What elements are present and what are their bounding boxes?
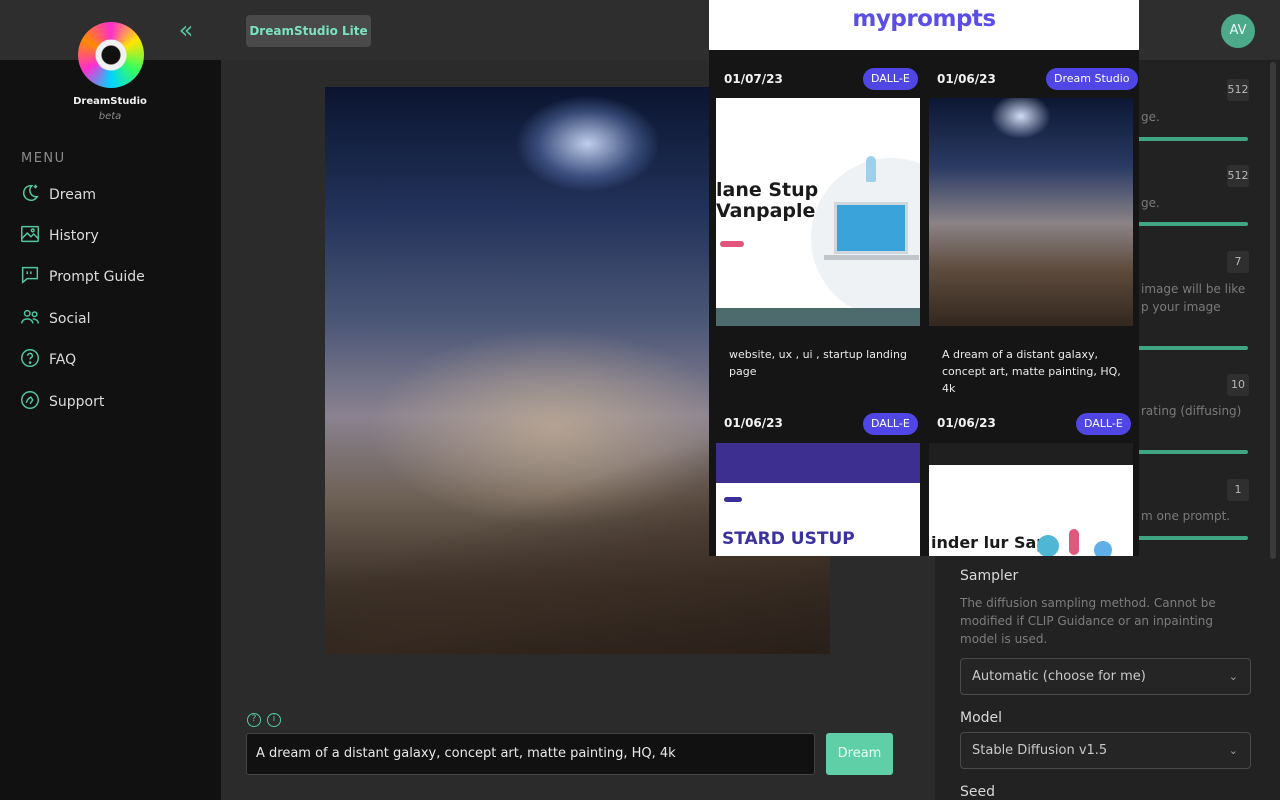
width-desc: ge. [1141,110,1160,124]
info-icon[interactable]: i [267,713,281,727]
width-slider[interactable] [1135,137,1248,141]
sidebar-item-label: FAQ [49,352,77,368]
height-slider[interactable] [1135,222,1248,226]
settings-scrollbar[interactable] [1270,62,1276,559]
support-icon [19,389,41,415]
cfg-slider[interactable] [1135,346,1248,350]
menu-heading: MENU [21,151,66,166]
sidebar-item-label: Support [49,394,105,410]
sidebar-item-social[interactable]: Social [19,304,91,334]
card-thumbnail[interactable]: lane Stup Vanpaple [716,98,920,326]
model-select[interactable]: Stable Diffusion v1.5 ⌄ [960,732,1251,769]
myprompts-overlay: myprompts 01/07/23 DALL-E lane Stup Vanp… [709,0,1139,556]
dreamstudio-lite-button[interactable]: DreamStudio Lite [246,15,371,47]
sidebar-item-label: Prompt Guide [49,269,145,285]
images-desc: m one prompt. [1141,509,1231,523]
sidebar-item-dream[interactable]: Dream [19,180,96,210]
logo-subtitle: beta [98,111,122,122]
card-thumbnail[interactable] [929,98,1133,326]
sidebar-item-label: History [49,228,99,244]
card-badge: Dream Studio [1046,68,1138,90]
card-caption: A dream of a distant galaxy, concept art… [942,348,1121,395]
cfg-desc-line1: image will be like [1141,282,1246,296]
card-thumbnail[interactable]: STARD USTUP [716,443,920,556]
quote-bubble-icon [19,264,41,290]
question-circle-icon [19,347,41,373]
thumbnail-text: STARD USTUP [722,529,855,549]
card-thumbnail[interactable]: inder lur Sap [929,443,1133,556]
thumbnail-text: inder lur Sap [931,533,1048,552]
prompt-help-icons: ? i [247,713,281,727]
image-icon [19,223,41,249]
height-value[interactable]: 512 [1227,165,1249,187]
width-value[interactable]: 512 [1227,79,1249,101]
sidebar-item-support[interactable]: Support [19,387,104,417]
steps-value[interactable]: 10 [1227,374,1249,396]
people-icon [19,306,41,332]
logo-name: DreamStudio [73,96,147,107]
sampler-value: Automatic (choose for me) [972,669,1146,684]
prompt-input[interactable]: A dream of a distant galaxy, concept art… [246,733,815,775]
sampler-description: The diffusion sampling method. Cannot be… [960,596,1216,646]
cfg-scale-value[interactable]: 7 [1227,251,1249,273]
card-badge: DALL-E [863,413,918,435]
card-date: 01/06/23 [937,416,996,430]
sidebar-item-label: Social [49,311,91,327]
model-value: Stable Diffusion v1.5 [972,743,1108,758]
chevron-down-icon: ⌄ [1228,670,1238,683]
sidebar-item-faq[interactable]: FAQ [19,345,76,375]
sidebar-item-label: Dream [49,187,97,203]
overlay-header: myprompts [709,0,1139,50]
chevron-down-icon: ⌄ [1228,744,1238,757]
card-badge: DALL-E [1076,413,1131,435]
steps-desc: rating (diffusing) [1141,404,1242,418]
sidebar-item-history[interactable]: History [19,221,99,251]
steps-slider[interactable] [1135,450,1248,454]
moon-stars-icon [19,182,41,208]
images-value[interactable]: 1 [1227,479,1249,501]
sampler-select[interactable]: Automatic (choose for me) ⌄ [960,658,1251,695]
card-date: 01/06/23 [724,416,783,430]
card-badge: DALL-E [863,68,918,90]
dreamstudio-window: DreamStudio beta « MENU Dream History Pr… [0,0,1280,800]
dreamstudio-logo[interactable] [78,22,144,88]
dream-button[interactable]: Dream [826,733,893,775]
sampler-label: Sampler [960,568,1019,584]
images-slider[interactable] [1135,536,1248,540]
overlay-title: myprompts [852,6,996,32]
height-desc: ge. [1141,196,1160,210]
cfg-desc-line2: p your image [1141,300,1221,314]
sidebar-item-prompt-guide[interactable]: Prompt Guide [19,262,145,292]
model-label: Model [960,710,1003,726]
question-icon[interactable]: ? [247,713,261,727]
card-date: 01/06/23 [937,72,996,86]
card-caption: website, ux , ui , startup landing page [729,348,907,378]
card-date: 01/07/23 [724,72,783,86]
avatar[interactable]: AV [1221,14,1255,48]
collapse-sidebar-icon[interactable]: « [172,16,200,44]
seed-label: Seed [960,784,995,800]
